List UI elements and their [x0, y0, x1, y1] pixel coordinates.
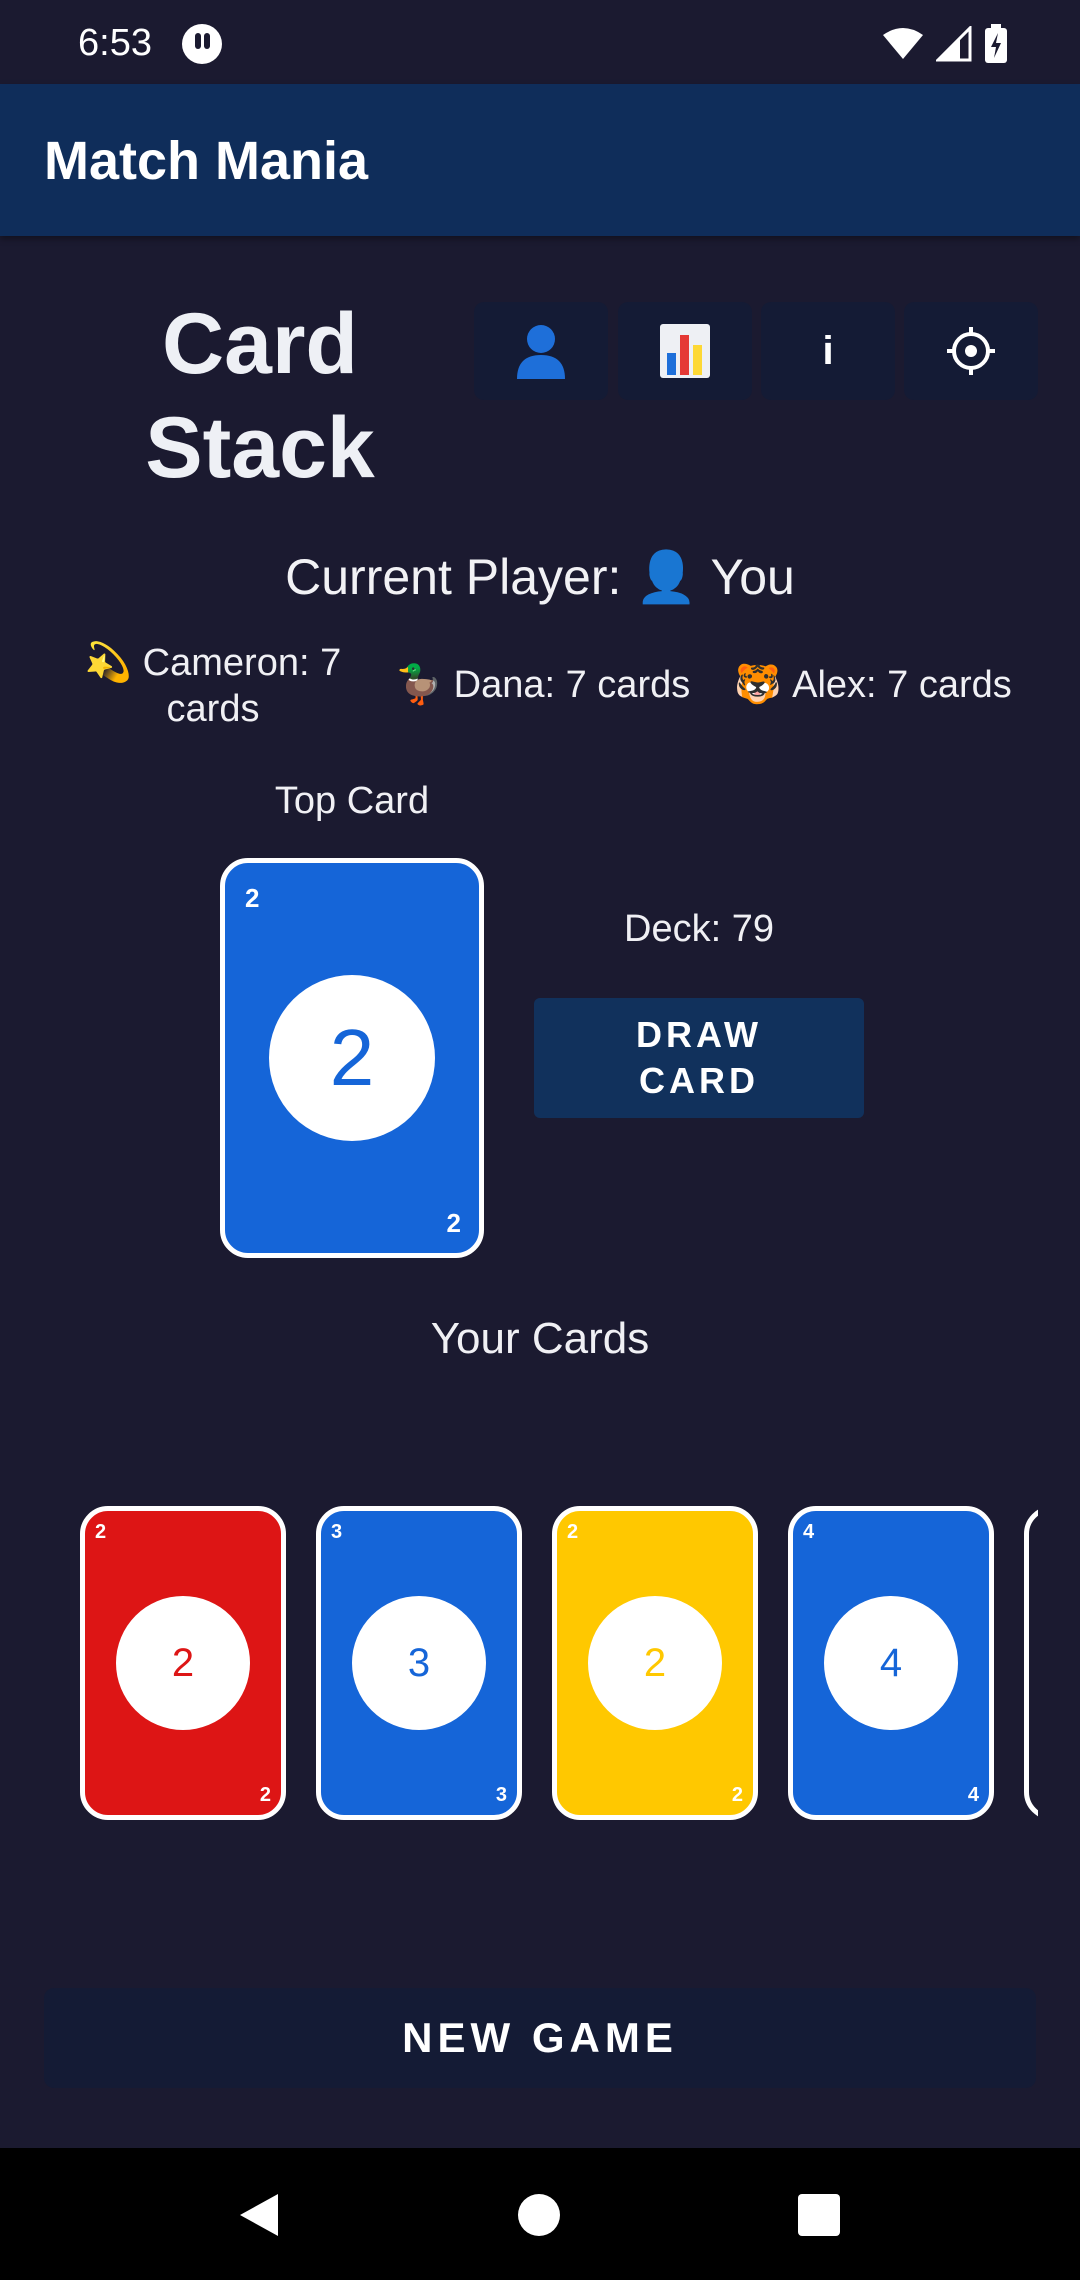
- stats-icon: [660, 324, 710, 378]
- card-corner-top: 4: [803, 1521, 815, 1543]
- signal-icon: [936, 26, 972, 62]
- app-screen: 6:53 Match Mania Card Stack i Current Pl…: [0, 0, 1080, 2280]
- card-corner-bottom: 2: [259, 1784, 271, 1806]
- game-title-line1: Card: [162, 296, 358, 392]
- card-center-value: 2: [269, 975, 435, 1141]
- new-game-button[interactable]: NEW GAME: [44, 1988, 1036, 2088]
- card-corner-bottom: 2: [446, 1208, 461, 1238]
- opponent-text: Alex: 7 cards: [792, 664, 1012, 706]
- hand-card[interactable]: 2 2 2: [552, 1506, 758, 1820]
- card-center-value: 4: [824, 1596, 958, 1730]
- settings-button[interactable]: [904, 302, 1038, 400]
- deck-count: Deck: 79: [624, 908, 774, 950]
- draw-card-button[interactable]: DRAW CARD: [534, 998, 864, 1118]
- opponent-text: Cameron: 7: [142, 642, 342, 684]
- game-title-line2: Stack: [145, 400, 375, 496]
- home-icon[interactable]: [518, 2194, 560, 2236]
- top-card: 2 2 2: [220, 858, 484, 1258]
- status-time: 6:53: [78, 22, 152, 64]
- card-corner-top: 2: [245, 883, 260, 913]
- opponent-text-line2: cards: [166, 688, 260, 730]
- back-icon[interactable]: [238, 2192, 280, 2238]
- card-corner-top: 3: [331, 1521, 343, 1543]
- status-icons: [882, 24, 1008, 64]
- opponent-emoji: 🐯: [734, 664, 782, 706]
- card-corner-bottom: 4: [967, 1784, 979, 1806]
- hand-scroller[interactable]: 2 2 2 3 3 3 2 2 2 4 4 4: [80, 1506, 1038, 1822]
- opponent-alex: 🐯 Alex: 7 cards: [728, 662, 1018, 708]
- hand-card-partial[interactable]: [1024, 1506, 1038, 1820]
- hand-card[interactable]: 2 2 2: [80, 1506, 286, 1820]
- card-corner-top: 2: [567, 1521, 579, 1543]
- opponent-dana: 🦆 Dana: 7 cards: [388, 662, 698, 708]
- card-center-value: 2: [116, 1596, 250, 1730]
- current-player-label: Current Player: 👤 You: [285, 549, 795, 605]
- app-bar: Match Mania: [0, 84, 1080, 236]
- recent-apps-icon[interactable]: [798, 2194, 840, 2236]
- info-icon: i: [822, 328, 834, 373]
- card-corner-bottom: 2: [731, 1784, 743, 1806]
- info-button[interactable]: i: [761, 302, 895, 400]
- settings-icon: [947, 327, 995, 375]
- hand-card[interactable]: 4 4 4: [788, 1506, 994, 1820]
- card-corner-top: 2: [95, 1521, 107, 1543]
- battery-icon: [985, 24, 1007, 63]
- profile-icon: [517, 325, 565, 379]
- profile-button[interactable]: [474, 302, 608, 400]
- stats-button[interactable]: [618, 302, 752, 400]
- opponent-emoji: 💫: [84, 642, 133, 684]
- opponent-emoji: 🦆: [395, 664, 444, 706]
- wifi-icon: [883, 28, 923, 59]
- top-card-label: Top Card: [274, 780, 430, 822]
- card-center-value: 3: [352, 1596, 486, 1730]
- card-center-value: 2: [588, 1596, 722, 1730]
- system-nav-bar: [0, 2148, 1080, 2280]
- card-corner-bottom: 3: [495, 1784, 507, 1806]
- app-notification-icon: [182, 24, 222, 64]
- opponent-text: Dana: 7 cards: [453, 664, 691, 706]
- app-title: Match Mania: [44, 131, 369, 191]
- opponent-cameron: 💫 Cameron: 7 cards: [78, 640, 348, 732]
- hand-card[interactable]: 3 3 3: [316, 1506, 522, 1820]
- status-bar: 6:53: [0, 0, 1080, 84]
- your-cards-label: Your Cards: [430, 1314, 650, 1363]
- game-title: Card Stack: [100, 292, 420, 500]
